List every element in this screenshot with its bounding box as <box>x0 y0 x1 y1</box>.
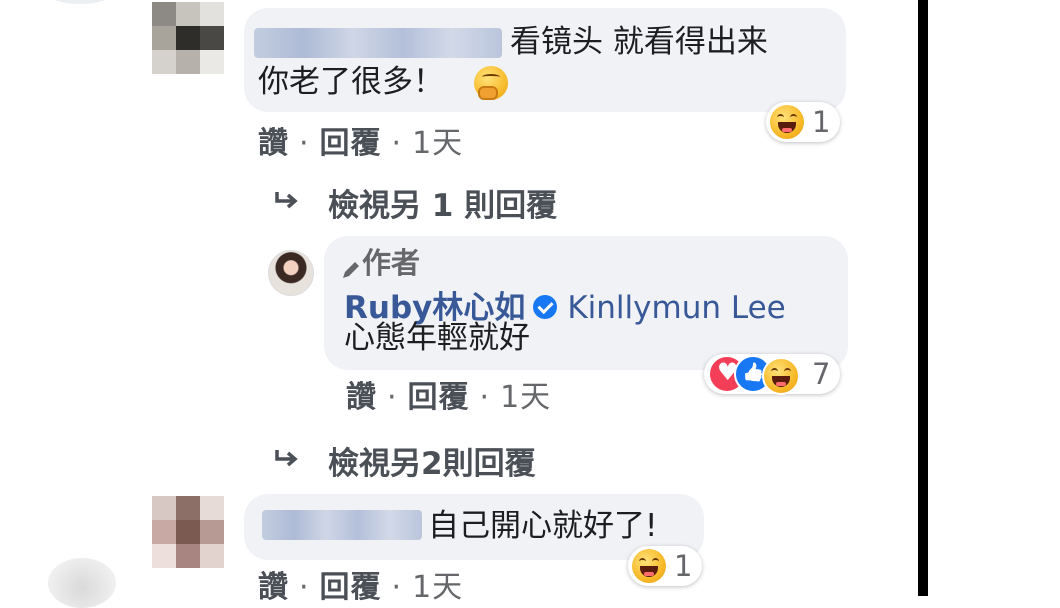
haha-reaction-icon <box>632 549 666 583</box>
reply-link[interactable]: 回覆 <box>408 380 470 415</box>
window-border <box>918 0 928 596</box>
haha-reaction-icon <box>762 357 800 395</box>
timestamp[interactable]: 1天 <box>500 380 551 415</box>
reaction-count: 1 <box>674 549 693 583</box>
author-badge: 作者 <box>340 240 420 282</box>
comment-text: 自己開心就好了! <box>428 508 658 544</box>
thinking-emoji-icon <box>474 66 508 100</box>
comment-actions: 讚 · 回覆 · 1天 <box>258 570 464 605</box>
reply-arrow-icon <box>275 450 298 467</box>
reply-actions: 讚 · 回覆 · 1天 <box>346 380 552 415</box>
reply-text: 心態年輕就好 <box>344 320 530 356</box>
commenter-name-blurred[interactable] <box>262 510 422 540</box>
like-link[interactable]: 讚 <box>346 380 377 415</box>
comment-text: 你老了很多！ <box>258 64 444 100</box>
reply-link[interactable]: 回覆 <box>320 570 382 605</box>
timestamp[interactable]: 1天 <box>412 126 463 161</box>
author-avatar[interactable] <box>268 250 314 296</box>
commenter-name-blurred[interactable] <box>254 28 502 58</box>
verified-badge-icon <box>533 294 558 319</box>
reaction-count: 7 <box>812 357 831 391</box>
reaction-summary[interactable]: 1 <box>628 546 702 586</box>
avatar[interactable] <box>152 496 224 568</box>
author-badge-label: 作者 <box>362 246 421 280</box>
partial-comment-fragment <box>40 0 120 4</box>
partial-avatar <box>48 558 116 608</box>
reaction-summary[interactable]: 7 <box>704 354 840 395</box>
right-pane <box>928 0 1060 596</box>
reply-link[interactable]: 回覆 <box>320 126 382 161</box>
comment-actions: 讚 · 回覆 · 1天 <box>258 126 464 161</box>
reply-arrow-icon <box>275 192 298 209</box>
timestamp[interactable]: 1天 <box>412 570 463 605</box>
avatar[interactable] <box>152 2 224 74</box>
comment-text: 看镜头 就看得出来 <box>510 24 768 60</box>
pencil-icon <box>340 254 362 278</box>
haha-reaction-icon <box>770 105 804 139</box>
view-more-replies-link[interactable]: 檢視另 1 則回覆 <box>328 180 557 225</box>
like-link[interactable]: 讚 <box>258 570 289 605</box>
view-more-replies-link[interactable]: 檢視另2則回覆 <box>328 438 536 483</box>
reaction-summary[interactable]: 1 <box>766 102 840 142</box>
like-link[interactable]: 讚 <box>258 126 289 161</box>
tagged-user-link[interactable]: Kinllymun Lee <box>567 290 785 326</box>
reaction-count: 1 <box>812 105 831 139</box>
